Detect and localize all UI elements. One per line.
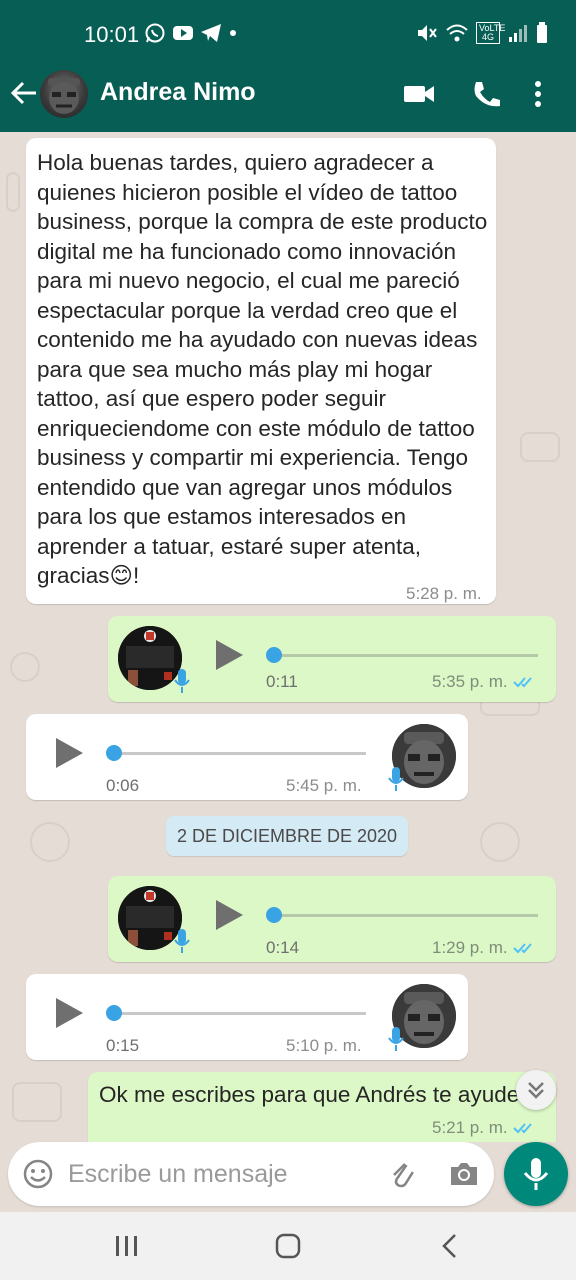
- voice-progress-track[interactable]: [274, 654, 538, 657]
- battery-icon: [537, 22, 547, 43]
- chat-area[interactable]: Hola buenas tardes, quiero agradecer a q…: [0, 132, 576, 1142]
- voice-progress-track[interactable]: [114, 752, 366, 755]
- recent-apps-icon[interactable]: [114, 1234, 140, 1258]
- youtube-icon: [173, 26, 193, 40]
- play-button[interactable]: [216, 640, 243, 670]
- message-time: 5:35 p. m.: [432, 672, 537, 692]
- message-time: 5:28 p. m.: [406, 584, 482, 603]
- outgoing-voice-message[interactable]: 0:11 5:35 p. m.: [108, 616, 556, 702]
- read-ticks-icon: [512, 1123, 532, 1134]
- play-button[interactable]: [56, 738, 83, 768]
- status-system-icons: VoLTE 4G: [416, 22, 548, 44]
- play-button[interactable]: [216, 900, 243, 930]
- status-bar: 10:01 VoLTE 4G: [0, 0, 576, 56]
- chat-header: Andrea Nimo: [0, 56, 576, 132]
- whatsapp-icon: [145, 23, 165, 43]
- wallpaper-doodle: [30, 822, 70, 862]
- contact-name[interactable]: Andrea Nimo: [100, 78, 256, 107]
- message-time: 5:10 p. m.: [286, 1036, 362, 1055]
- voice-duration: 0:15: [106, 1036, 140, 1055]
- date-separator: 2 DE DICIEMBRE DE 2020: [166, 816, 408, 856]
- voice-duration: 0:14: [266, 938, 300, 957]
- back-icon[interactable]: [438, 1232, 462, 1260]
- message-text: Hola buenas tardes, quiero agradecer a q…: [37, 150, 488, 588]
- home-icon[interactable]: [274, 1232, 302, 1260]
- mic-icon: [388, 1027, 404, 1051]
- voice-progress-track[interactable]: [274, 914, 538, 917]
- outgoing-voice-message[interactable]: 0:14 1:29 p. m.: [108, 876, 556, 962]
- mute-icon: [418, 25, 437, 41]
- attach-icon[interactable]: [386, 1158, 418, 1190]
- dot-icon: [230, 30, 236, 36]
- message-composer[interactable]: Escribe un mensaje: [8, 1142, 494, 1206]
- wifi-icon: [446, 24, 468, 42]
- voice-progress-knob[interactable]: [266, 907, 282, 923]
- message-text: Ok me escribes para que Andrés te ayude: [99, 1082, 520, 1107]
- telegram-icon: [201, 24, 221, 42]
- more-options-icon[interactable]: [528, 78, 548, 110]
- message-time: 1:29 p. m.: [432, 938, 537, 958]
- mic-icon: [388, 767, 404, 791]
- back-arrow-icon[interactable]: [10, 78, 38, 108]
- incoming-voice-message[interactable]: 0:06 5:45 p. m.: [26, 714, 468, 800]
- incoming-text-message[interactable]: Hola buenas tardes, quiero agradecer a q…: [26, 138, 496, 604]
- camera-icon[interactable]: [448, 1158, 480, 1190]
- incoming-voice-message[interactable]: 0:15 5:10 p. m.: [26, 974, 468, 1060]
- status-time: 10:01: [84, 22, 140, 47]
- wallpaper-doodle: [520, 432, 560, 462]
- message-time: 5:21 p. m.: [432, 1118, 537, 1138]
- status-notification-icons: [144, 22, 238, 44]
- mic-icon: [174, 929, 190, 953]
- voice-progress-track[interactable]: [114, 1012, 366, 1015]
- scroll-to-bottom-button[interactable]: [516, 1070, 556, 1110]
- message-time: 5:45 p. m.: [286, 776, 362, 795]
- volte-icon: VoLTE 4G: [476, 22, 505, 44]
- voice-duration: 0:11: [266, 672, 298, 691]
- mic-icon: [174, 669, 190, 693]
- message-input[interactable]: Escribe un mensaje: [68, 1160, 288, 1189]
- signal-icon: [509, 25, 527, 42]
- wallpaper-doodle: [10, 652, 40, 682]
- outgoing-text-message[interactable]: Ok me escribes para que Andrés te ayude …: [88, 1072, 556, 1142]
- voice-progress-knob[interactable]: [106, 1005, 122, 1021]
- contact-avatar[interactable]: [40, 70, 88, 118]
- emoji-icon[interactable]: [22, 1158, 54, 1190]
- system-nav-bar: [0, 1212, 576, 1280]
- play-button[interactable]: [56, 998, 83, 1028]
- voice-duration: 0:06: [106, 776, 140, 795]
- read-ticks-icon: [512, 677, 532, 688]
- wallpaper-doodle: [6, 172, 20, 212]
- voice-progress-knob[interactable]: [266, 647, 282, 663]
- mic-icon: [523, 1158, 549, 1190]
- voice-record-button[interactable]: [504, 1142, 568, 1206]
- double-chevron-down-icon: [528, 1082, 544, 1099]
- wallpaper-doodle: [480, 822, 520, 862]
- voice-progress-knob[interactable]: [106, 745, 122, 761]
- voice-call-icon[interactable]: [470, 78, 504, 110]
- wallpaper-doodle: [12, 1082, 62, 1122]
- read-ticks-icon: [512, 943, 532, 954]
- video-call-icon[interactable]: [402, 78, 436, 110]
